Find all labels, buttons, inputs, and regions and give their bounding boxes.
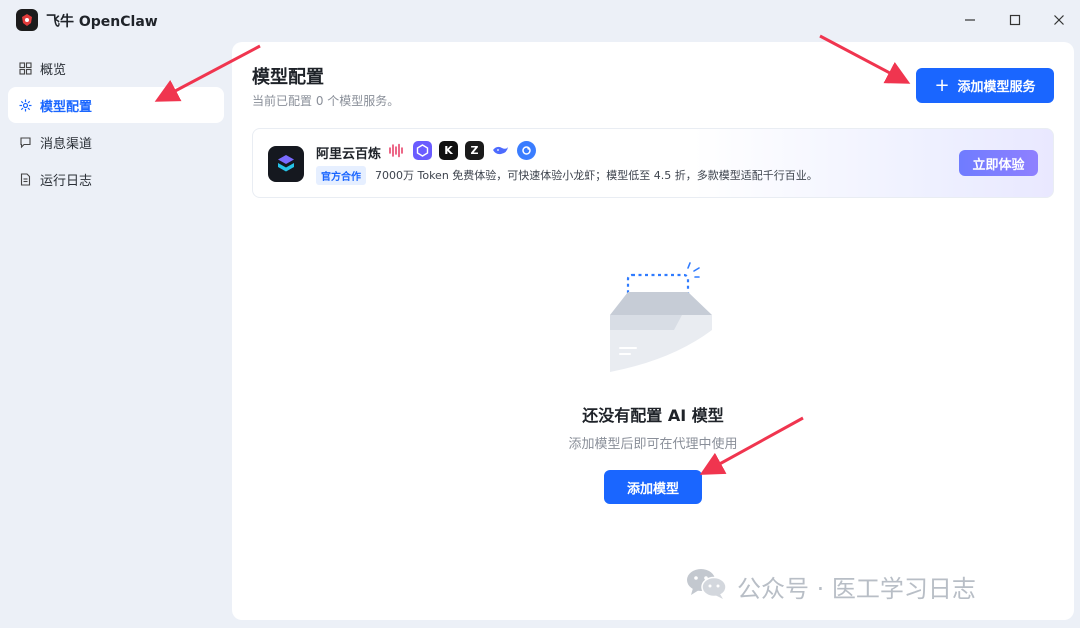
empty-state-subtitle: 添加模型后即可在代理中使用 [568, 437, 738, 452]
gear-icon [18, 98, 32, 112]
grid-icon [18, 61, 32, 75]
maximize-icon[interactable] [1003, 8, 1027, 32]
watermark-text: 公众号 · 医工学习日志 [737, 574, 976, 603]
official-partner-badge: 官方合作 [316, 166, 366, 185]
k-icon: K [439, 141, 458, 160]
empty-inbox-illustration [602, 260, 722, 375]
sidebar-item-logs[interactable]: 运行日志 [8, 161, 224, 197]
banner-provider-name: 阿里云百炼 [316, 147, 382, 162]
sidebar-item-label: 模型配置 [40, 99, 93, 115]
main-panel: 模型配置 当前已配置 0 个模型服务。 + 添加模型服务 阿里云百炼 K Z 官… [232, 42, 1074, 620]
sidebar-item-label: 消息渠道 [40, 136, 93, 152]
add-model-service-button[interactable]: + 添加模型服务 [916, 68, 1054, 103]
app-window: 飞牛 OpenClaw 概览 模型配置 消息渠道 运行日志 模型配置 当前已配置… [0, 0, 1080, 628]
watermark: 公众号 · 医工学习日志 [685, 566, 976, 606]
minimize-icon[interactable] [958, 8, 982, 32]
sidebar-item-model-config[interactable]: 模型配置 [8, 87, 224, 123]
chat-icon [18, 135, 32, 149]
bailian-logo-icon [268, 146, 304, 182]
whale-icon [491, 141, 510, 160]
app-title: 飞牛 OpenClaw [46, 14, 158, 30]
z-icon: Z [465, 141, 484, 160]
waveform-icon [387, 141, 406, 160]
sidebar-item-channels[interactable]: 消息渠道 [8, 124, 224, 160]
banner-description: 7000万 Token 免费体验，可快速体验小龙虾；模型低至 4.5 折，多款模… [375, 169, 818, 182]
promo-banner: 阿里云百炼 K Z 官方合作 7000万 Token 免费体验，可快速体验小龙虾… [252, 128, 1054, 198]
sidebar-item-label: 概览 [40, 62, 67, 78]
document-icon [18, 172, 32, 186]
add-model-button[interactable]: 添加模型 [604, 470, 702, 504]
add-model-service-label: 添加模型服务 [957, 80, 1036, 95]
plus-icon: + [934, 74, 950, 96]
circle-icon [517, 141, 536, 160]
sidebar-item-overview[interactable]: 概览 [8, 50, 224, 86]
empty-state-title: 还没有配置 AI 模型 [582, 406, 724, 425]
wechat-icon [685, 566, 729, 606]
page-title: 模型配置 [252, 67, 324, 88]
app-logo-icon [16, 9, 38, 31]
page-subtitle: 当前已配置 0 个模型服务。 [252, 94, 400, 108]
partner-icons: K Z [387, 141, 543, 160]
sidebar-item-label: 运行日志 [40, 173, 93, 189]
title-bar: 飞牛 OpenClaw [0, 0, 1080, 40]
close-icon[interactable] [1047, 8, 1071, 32]
hexagon-icon [413, 141, 432, 160]
try-now-button[interactable]: 立即体验 [959, 150, 1038, 176]
sidebar: 概览 模型配置 消息渠道 运行日志 [8, 50, 224, 198]
